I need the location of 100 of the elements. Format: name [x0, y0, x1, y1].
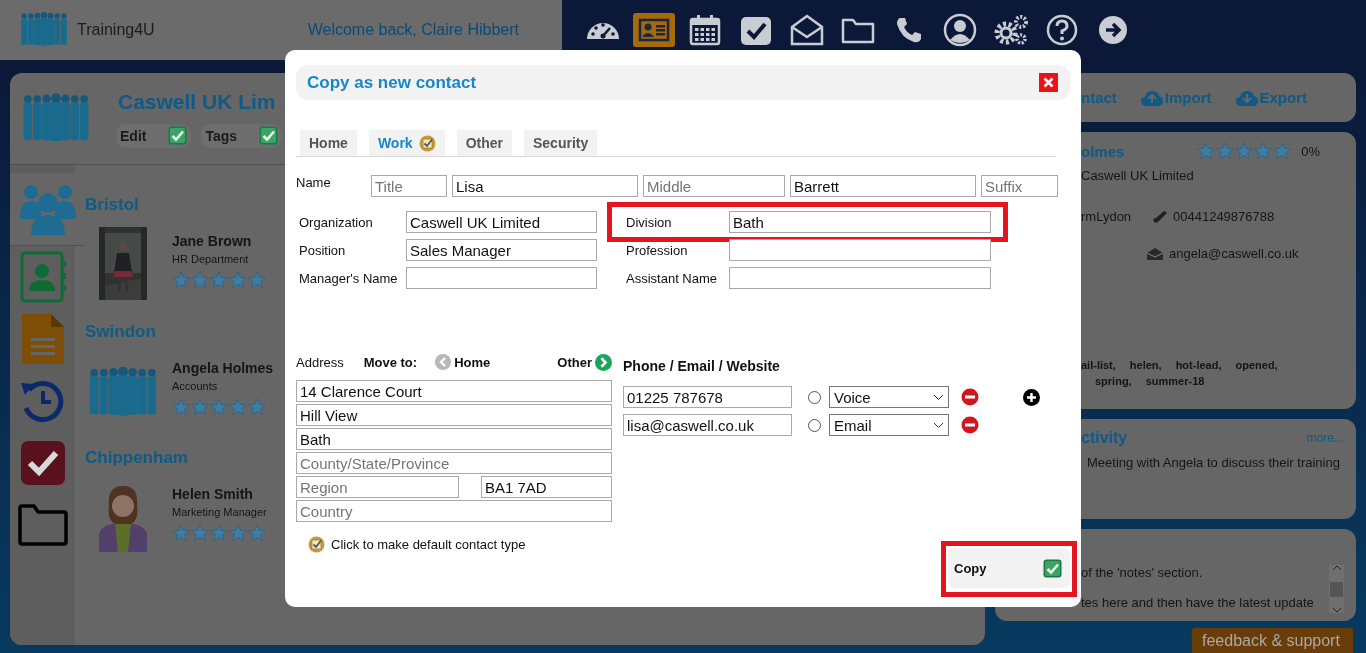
action-toggle[interactable]: Edit [116, 123, 192, 148]
text-field[interactable]: Title [371, 175, 447, 197]
contact-role: Accounts [172, 380, 219, 392]
text-field[interactable] [729, 267, 991, 289]
text-field[interactable]: Bath [296, 428, 612, 450]
envelope-icon [1146, 246, 1164, 261]
text-field[interactable]: Hill View [296, 404, 612, 426]
scroll-down-icon[interactable] [1331, 607, 1342, 613]
check-icon [1043, 558, 1062, 578]
move-other-button[interactable]: Other [557, 353, 612, 371]
document-icon [19, 312, 66, 366]
help-icon [1046, 14, 1078, 46]
check-icon [259, 126, 279, 145]
contact-role: Marketing Manager [172, 506, 267, 518]
envelope-icon [790, 14, 824, 46]
chevron-down-icon [933, 393, 944, 401]
feedback-button[interactable]: feedback & support [1191, 627, 1354, 653]
close-button[interactable] [1039, 73, 1058, 92]
close-icon [1043, 77, 1054, 88]
text-field[interactable]: Region [296, 476, 459, 498]
chevron-down-icon [933, 421, 944, 429]
phone-number: 00441249876788 [1173, 209, 1275, 224]
field-label: Manager's Name [299, 269, 399, 288]
scrollbar[interactable] [1329, 565, 1344, 613]
text-field[interactable]: Lisa [452, 175, 638, 197]
folder-icon [17, 504, 68, 546]
phone-icon [1152, 209, 1168, 224]
text-field[interactable]: Sales Manager [406, 239, 597, 261]
tab[interactable]: Security [524, 130, 598, 156]
field-label: Address [296, 354, 344, 370]
group-heading: Chippenham [85, 448, 189, 469]
copy-button[interactable]: Copy [948, 548, 1070, 588]
field-label: Assistant Name [626, 269, 719, 288]
dialog-title: Copy as new contact [307, 72, 477, 93]
default-type-text[interactable]: Click to make default contact type [331, 537, 526, 552]
remove-icon[interactable] [961, 416, 979, 434]
folder-icon [841, 16, 875, 44]
text-field[interactable]: Bath [729, 211, 991, 233]
text-field[interactable]: Country [296, 500, 612, 522]
arrow-right-icon [1098, 15, 1128, 45]
field-label: Division [626, 213, 673, 232]
field-label: Name [296, 175, 332, 190]
company-text: Caswell UK Limited [1081, 168, 1195, 183]
cloud-download-icon [1235, 89, 1258, 106]
checkbox-icon [740, 14, 772, 46]
score-text: 0% [1301, 143, 1320, 159]
contact-role: HR Department [172, 253, 250, 265]
text-field[interactable]: 01225 787678 [623, 386, 792, 408]
dashboard-icon [586, 20, 620, 40]
remove-icon[interactable] [961, 388, 979, 406]
star-rating[interactable] [172, 524, 267, 542]
text-field[interactable]: Middle [643, 175, 785, 197]
email-text: angela@caswell.co.uk [1169, 246, 1299, 261]
text-field[interactable]: Suffix [981, 175, 1058, 197]
field-label: Position [299, 241, 347, 260]
check-badge-icon [308, 536, 325, 553]
group-heading: Bristol [85, 195, 140, 216]
text-field[interactable]: Barrett [790, 175, 976, 197]
arrow-right-icon [595, 353, 612, 371]
type-select[interactable]: Voice [829, 386, 949, 408]
action-toggle[interactable]: Tags [201, 123, 283, 148]
check-badge-icon [418, 134, 436, 152]
move-home-button[interactable]: Home [435, 354, 491, 370]
text-field[interactable]: Caswell UK Limited [406, 211, 597, 233]
text-field[interactable]: lisa@caswell.co.uk [623, 414, 792, 436]
notes-text: of the 'notes' section. [1081, 565, 1204, 580]
address-book-icon [18, 251, 67, 303]
notes-text: tes here and then have the latest update [1081, 595, 1314, 610]
scroll-up-icon[interactable] [1331, 565, 1342, 571]
settings-icon [993, 14, 1029, 46]
panel-title: ctivity [1081, 429, 1128, 447]
add-icon[interactable] [1023, 388, 1040, 406]
field-label: Organization [299, 213, 374, 232]
star-rating[interactable] [1197, 142, 1292, 160]
owner-text: rmLydon [1081, 209, 1133, 224]
tab[interactable]: Home [300, 130, 357, 156]
star-rating[interactable] [172, 271, 266, 289]
logo-text: Training4U [77, 21, 155, 39]
phone-icon [895, 16, 923, 44]
field-label: Profession [626, 241, 689, 260]
type-select[interactable]: Email [829, 414, 949, 436]
move-to-label: Move to: [363, 354, 418, 370]
cloud-upload-icon [1140, 89, 1163, 106]
people-icon [18, 183, 77, 235]
tab[interactable]: Work [368, 130, 445, 156]
text-field[interactable]: BA1 7AD [481, 476, 612, 498]
text-field[interactable]: County/State/Province [296, 452, 612, 474]
contact-card-icon [637, 17, 671, 43]
tab[interactable]: Other [456, 130, 512, 156]
text-field[interactable] [406, 267, 597, 289]
company-title: Caswell UK Lim [118, 89, 277, 114]
history-icon [19, 378, 66, 424]
contact-name: olmes [1081, 142, 1125, 160]
arrow-left-icon [435, 354, 452, 370]
text-field[interactable] [729, 239, 991, 261]
user-icon [943, 13, 977, 47]
checkbox-icon [19, 440, 66, 486]
check-icon [168, 126, 188, 145]
text-field[interactable]: 14 Clarence Court [296, 380, 612, 402]
welcome-message: Welcome back, Claire Hibbert [307, 21, 519, 39]
